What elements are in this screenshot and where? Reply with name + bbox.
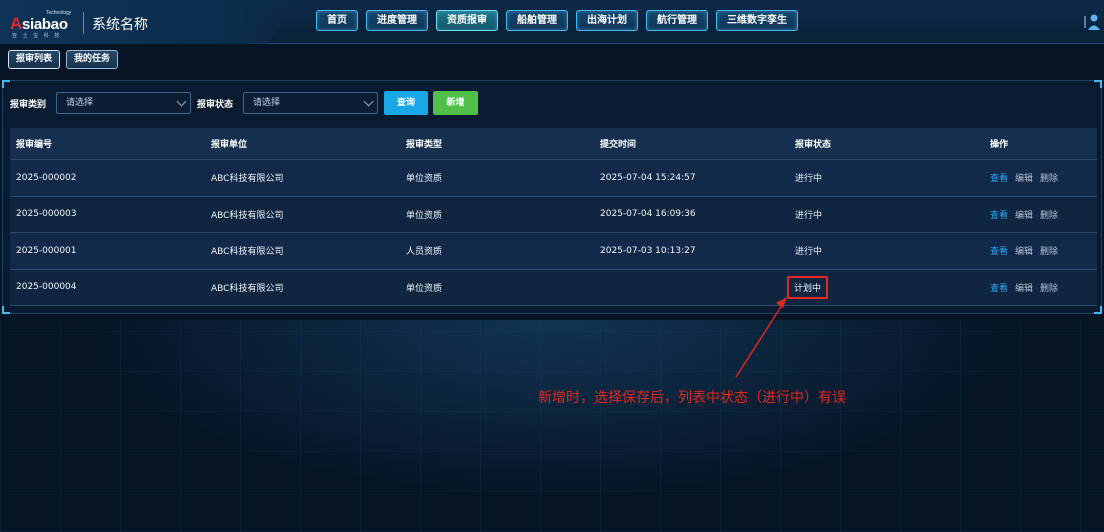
cell-type: 人员资质 <box>406 247 443 258</box>
system-name: 系统名称 <box>92 17 148 33</box>
table-row: 2025-000002 ABC科技有限公司 单位资质 2025-07-04 15:24… <box>10 160 1097 197</box>
column-header: 报审类型 <box>406 140 443 150</box>
cell-id: 2025-000004 <box>16 282 77 293</box>
cell-status: 进行中 <box>795 210 823 221</box>
column-header: 报审状态 <box>795 140 832 150</box>
type-select[interactable]: 请选择 <box>56 92 191 114</box>
logo-word: siabao <box>21 16 68 33</box>
cell-id: 2025-000002 <box>16 172 77 183</box>
logo-subtitle: 亚 士 宝 科 技 <box>12 33 62 39</box>
nav-item-2[interactable]: 资质报审 <box>436 10 498 31</box>
chevron-down-icon <box>363 96 374 107</box>
annotation-text: 新增时，选择保存后，列表中状态（进行中）有误 <box>538 390 846 406</box>
subtab-bar: 报审列表 我的任务 <box>8 50 119 69</box>
row-actions: 查看 编辑 删除 <box>984 281 1097 294</box>
add-button[interactable]: 新增 <box>433 91 478 115</box>
edit-link[interactable]: 编辑 <box>1015 208 1033 221</box>
content-panel: 报审类别 请选择 报审状态 请选择 查询 新增 报审编号 报审单位 报审类型 提交时间… <box>2 80 1102 314</box>
corner-decoration <box>2 80 10 88</box>
column-header: 提交时间 <box>600 140 637 150</box>
delete-link[interactable]: 删除 <box>1040 208 1058 221</box>
table-row: 2025-000003 ABC科技有限公司 单位资质 2025-07-04 16:09… <box>10 196 1097 233</box>
corner-decoration <box>2 306 10 314</box>
table-row: 2025-000004 ABC科技有限公司 单位资质 计划中 查看 编辑 删除 <box>10 269 1097 306</box>
nav-item-6[interactable]: 三维数字孪生 <box>716 10 798 31</box>
company-logo: Technology Asiabao 亚 士 宝 科 技 <box>10 10 76 39</box>
row-actions: 查看 编辑 删除 <box>984 244 1097 257</box>
nav-item-1[interactable]: 进度管理 <box>366 10 428 31</box>
delete-link[interactable]: 删除 <box>1040 171 1058 184</box>
cell-unit: ABC科技有限公司 <box>211 247 284 258</box>
column-header: 报审编号 <box>16 140 53 150</box>
app-header: Technology Asiabao 亚 士 宝 科 技 系统名称 首页 进度管理… <box>0 0 1104 44</box>
cell-unit: ABC科技有限公司 <box>211 210 284 221</box>
type-select-value: 请选择 <box>66 98 94 108</box>
nav-item-4[interactable]: 出海计划 <box>576 10 638 31</box>
cell-unit: ABC科技有限公司 <box>211 174 284 185</box>
edit-link[interactable]: 编辑 <box>1015 244 1033 257</box>
highlighted-status: 计划中 <box>787 275 829 299</box>
subtab-0[interactable]: 报审列表 <box>8 50 61 69</box>
table-row: 2025-000001 ABC科技有限公司 人员资质 2025-07-03 10:13… <box>10 233 1097 270</box>
audit-table: 报审编号 报审单位 报审类型 提交时间 报审状态 操作 2025-000002 ABC科技有… <box>10 128 1097 306</box>
status-filter-label: 报审状态 <box>197 100 234 110</box>
view-link[interactable]: 查看 <box>990 244 1008 257</box>
nav-item-3[interactable]: 船舶管理 <box>506 10 568 31</box>
cell-time: 2025-07-04 16:09:36 <box>600 209 696 220</box>
view-link[interactable]: 查看 <box>990 281 1008 294</box>
cell-unit: ABC科技有限公司 <box>211 283 284 294</box>
edit-link[interactable]: 编辑 <box>1015 171 1033 184</box>
logo-letter: A <box>10 14 22 33</box>
column-header: 操作 <box>990 140 1009 150</box>
type-filter-label: 报审类别 <box>10 100 47 110</box>
status-select[interactable]: 请选择 <box>243 92 378 114</box>
view-link[interactable]: 查看 <box>990 171 1008 184</box>
cell-id: 2025-000001 <box>16 245 77 256</box>
subtab-1[interactable]: 我的任务 <box>66 50 119 69</box>
cell-time: 2025-07-04 15:24:57 <box>600 172 696 183</box>
cell-type: 单位资质 <box>406 283 443 294</box>
cell-status: 进行中 <box>795 174 823 185</box>
table-body: 2025-000002 ABC科技有限公司 单位资质 2025-07-04 15:24… <box>10 160 1097 306</box>
cell-status: 计划中 <box>787 275 984 299</box>
column-header: 报审单位 <box>211 140 248 150</box>
main-nav: 首页 进度管理 资质报审 船舶管理 出海计划 航行管理 三维数字孪生 <box>316 10 798 31</box>
user-icon[interactable] <box>1084 12 1100 30</box>
delete-link[interactable]: 删除 <box>1040 281 1058 294</box>
nav-item-0[interactable]: 首页 <box>316 10 358 31</box>
nav-item-5[interactable]: 航行管理 <box>646 10 708 31</box>
cell-type: 单位资质 <box>406 174 443 185</box>
cell-time: 2025-07-03 10:13:27 <box>600 245 696 256</box>
status-select-value: 请选择 <box>253 98 281 108</box>
table-header: 报审编号 报审单位 报审类型 提交时间 报审状态 操作 <box>10 128 1097 160</box>
corner-decoration <box>1094 306 1102 314</box>
chevron-down-icon <box>176 96 187 107</box>
row-actions: 查看 编辑 删除 <box>984 171 1097 184</box>
cell-status: 进行中 <box>795 247 823 258</box>
logo-text: Asiabao <box>10 14 68 34</box>
cell-type: 单位资质 <box>406 210 443 221</box>
delete-link[interactable]: 删除 <box>1040 244 1058 257</box>
query-button[interactable]: 查询 <box>384 91 428 115</box>
logo-divider <box>83 12 84 34</box>
view-link[interactable]: 查看 <box>990 208 1008 221</box>
edit-link[interactable]: 编辑 <box>1015 281 1033 294</box>
row-actions: 查看 编辑 删除 <box>984 208 1097 221</box>
background-grid <box>0 320 1104 532</box>
cell-id: 2025-000003 <box>16 209 77 220</box>
corner-decoration <box>1094 80 1102 88</box>
